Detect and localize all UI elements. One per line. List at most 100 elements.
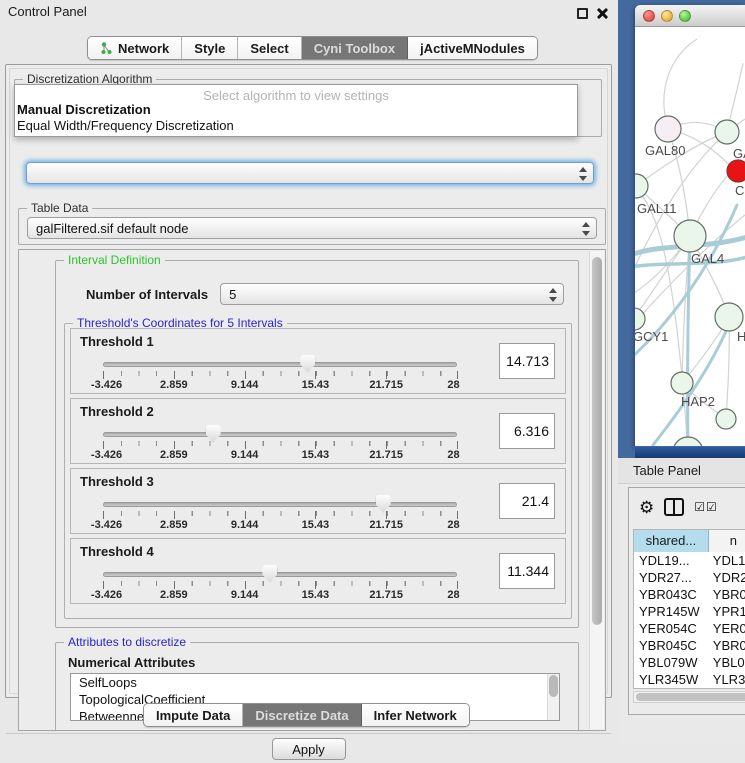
tab-impute-data[interactable]: Impute Data: [144, 704, 243, 726]
split-view-icon[interactable]: [664, 498, 684, 516]
gear-icon[interactable]: ⚙: [639, 499, 654, 516]
tab-network[interactable]: Network: [88, 37, 182, 59]
table-row[interactable]: YIL052CYIL0: [634, 688, 745, 689]
node-red-selected[interactable]: [727, 160, 745, 182]
cell[interactable]: YPR1: [709, 603, 745, 620]
scale-label: -3.426: [91, 589, 122, 601]
node-partial-top-right[interactable]: [715, 120, 739, 144]
cell[interactable]: YER054C: [634, 620, 709, 637]
cell[interactable]: YER0: [709, 620, 745, 637]
tab-style[interactable]: Style: [182, 37, 238, 59]
number-of-intervals-label: Number of Intervals: [86, 287, 208, 302]
table-row[interactable]: YBL079WYBL0: [634, 654, 745, 671]
scale-label: 15.43: [302, 449, 330, 461]
cell[interactable]: YIL052C: [634, 688, 709, 689]
number-of-intervals-combobox[interactable]: 5: [220, 283, 564, 305]
tab-infer-network[interactable]: Infer Network: [362, 704, 469, 726]
table-row[interactable]: YDR27...YDR2: [634, 569, 745, 586]
network-canvas[interactable]: GAL80 GA C GAL11 GAL4 GCY1 H HAP2: [635, 27, 745, 446]
tab-jactivemnodules[interactable]: jActiveMNodules: [408, 37, 537, 59]
table-row[interactable]: YER054CYER0: [634, 620, 745, 637]
table-data-group: Table Data galFiltered.sif default node: [18, 208, 606, 245]
scale-label: 21.715: [369, 379, 403, 391]
settings-scrollbar-thumb[interactable]: [592, 257, 602, 625]
cell[interactable]: YBR043C: [634, 586, 709, 603]
table-scrollbar-thumb[interactable]: [636, 693, 745, 701]
threshold-4-value-field[interactable]: 11.344: [499, 553, 555, 589]
node-label-gal11: GAL11: [637, 201, 677, 216]
slider-track[interactable]: [103, 432, 457, 437]
slider-track[interactable]: [103, 502, 457, 507]
settings-scrollbar[interactable]: [589, 251, 604, 729]
close-icon[interactable]: [597, 8, 608, 19]
node-gal80[interactable]: [655, 116, 681, 142]
cell[interactable]: YDR2: [709, 569, 745, 586]
numerical-attributes-label: Numerical Attributes: [68, 655, 195, 670]
interval-definition-title: Interval Definition: [64, 253, 165, 267]
tab-discretize-data-label: Discretize Data: [255, 708, 348, 723]
select-columns-icons[interactable]: ☑☑: [694, 500, 718, 514]
cell[interactable]: YDL1: [709, 552, 745, 569]
node-partial-bottom[interactable]: [673, 437, 703, 446]
table-row[interactable]: YLR345WYLR3: [634, 671, 745, 688]
cell[interactable]: YBL079W: [634, 654, 709, 671]
threshold-2-panel: Threshold 2 -3.426 2.859 9.144: [70, 398, 566, 464]
attributes-group-title: Attributes to discretize: [64, 635, 190, 649]
combo-stepper-icon: [581, 222, 590, 236]
mac-close-icon[interactable]: [643, 10, 655, 22]
node-partial-right[interactable]: [715, 303, 743, 331]
cell[interactable]: YLR3: [709, 671, 745, 688]
list-scrollbar[interactable]: [547, 674, 559, 720]
slider-track[interactable]: [103, 362, 457, 367]
threshold-2-value-field[interactable]: 6.316: [499, 413, 555, 449]
mac-minimize-icon[interactable]: [661, 10, 673, 22]
node-hap2[interactable]: [671, 372, 693, 394]
column-header-shared-name[interactable]: shared...: [634, 530, 709, 552]
node-label-hap2: HAP2: [681, 394, 715, 409]
table-row[interactable]: YPR145WYPR1: [634, 603, 745, 620]
mac-zoom-icon[interactable]: [679, 10, 691, 22]
popup-option-manual-discretization[interactable]: Manual Discretization: [15, 102, 577, 118]
cell[interactable]: YIL0: [709, 688, 745, 689]
cell[interactable]: YDR27...: [634, 569, 709, 586]
node-label-partial-g: GA: [733, 146, 745, 161]
table-row[interactable]: YBR045CYBR0: [634, 637, 745, 654]
list-item[interactable]: SelfLoops: [71, 674, 559, 691]
node-gal4[interactable]: [674, 220, 706, 252]
threshold-3-value-field[interactable]: 21.4: [499, 483, 555, 519]
node-partial-bottom-right[interactable]: [716, 409, 736, 429]
float-window-icon[interactable]: [577, 8, 588, 19]
slider-track[interactable]: [103, 572, 457, 577]
tab-select-label: Select: [250, 41, 288, 56]
cell[interactable]: YBR0: [709, 586, 745, 603]
slider-major-ticks: [103, 371, 457, 379]
cell[interactable]: YDL19...: [634, 552, 709, 569]
node-gcy1[interactable]: [635, 308, 645, 330]
tab-select[interactable]: Select: [238, 37, 301, 59]
thresholds-group: Threshold's Coordinates for 5 Intervals …: [64, 323, 572, 619]
cell[interactable]: YLR345W: [634, 671, 709, 688]
cell[interactable]: YBR0: [709, 637, 745, 654]
threshold-3-panel: Threshold 3 -3.426 2.859 9.144: [70, 468, 566, 534]
table-row[interactable]: YBR043CYBR0: [634, 586, 745, 603]
tab-network-label: Network: [118, 41, 169, 56]
table-panel: ⚙ ☑☑ shared... n YDL19...YDL1 YDR27...YD…: [628, 487, 745, 715]
table-row[interactable]: YDL19...YDL1: [634, 552, 745, 569]
column-header-name[interactable]: n: [709, 530, 745, 552]
cell[interactable]: YBL0: [709, 654, 745, 671]
slider-scale-labels: -3.426 2.859 9.144 15.43 21.715 28: [103, 449, 457, 461]
cell[interactable]: YBR045C: [634, 637, 709, 654]
threshold-1-value-field[interactable]: 14.713: [499, 343, 555, 379]
interval-definition-group: Interval Definition Number of Intervals …: [55, 260, 579, 628]
popup-option-equal-width-frequency[interactable]: Equal Width/Frequency Discretization: [15, 118, 577, 134]
tab-discretize-data[interactable]: Discretize Data: [243, 704, 361, 726]
table-data-combobox[interactable]: galFiltered.sif default node: [27, 217, 597, 239]
apply-button[interactable]: Apply: [272, 738, 346, 760]
tab-cyni-toolbox[interactable]: Cyni Toolbox: [302, 37, 408, 59]
list-scrollbar-thumb[interactable]: [549, 675, 558, 697]
algorithm-combobox[interactable]: [26, 162, 594, 184]
table-horizontal-scrollbar[interactable]: [633, 691, 745, 703]
node-label-gcy1: GCY1: [635, 329, 668, 344]
algorithm-dropdown-popup: Select algorithm to view settings Manual…: [14, 84, 578, 137]
cell[interactable]: YPR145W: [634, 603, 709, 620]
